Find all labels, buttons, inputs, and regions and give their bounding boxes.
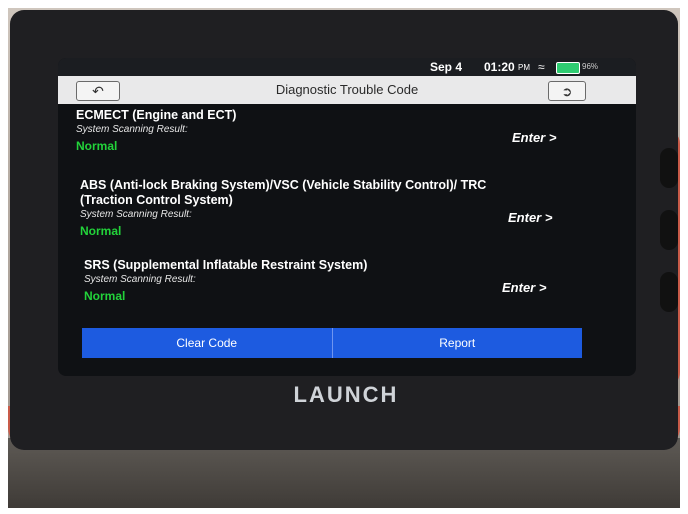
enter-button-ecmect[interactable]: Enter > <box>512 130 556 145</box>
battery-icon <box>556 62 580 74</box>
scan-result-value: Normal <box>80 224 122 238</box>
device-screen: Sep 4 01:20 PM ≈ 96% ↶ Diagnostic Troubl… <box>58 58 636 376</box>
system-name: SRS (Supplemental Inflatable Restraint S… <box>84 258 368 272</box>
scan-result-label: System Scanning Result: <box>76 124 188 135</box>
system-list: ECMECT (Engine and ECT) System Scanning … <box>58 104 636 334</box>
side-button-bottom[interactable] <box>660 272 678 312</box>
battery-percent: 96% <box>582 62 599 71</box>
title-bar: ↶ Diagnostic Trouble Code ➲ <box>58 76 636 105</box>
scan-result-label: System Scanning Result: <box>84 274 196 285</box>
photo-background: Sep 4 01:20 PM ≈ 96% ↶ Diagnostic Troubl… <box>8 8 680 508</box>
system-name: ECMECT (Engine and ECT) <box>76 108 237 122</box>
status-date: Sep 4 <box>430 60 463 74</box>
action-bar: Clear Code Report <box>82 328 582 358</box>
exit-button[interactable]: ➲ <box>548 81 586 101</box>
system-item-ecmect: ECMECT (Engine and ECT) System Scanning … <box>76 108 526 153</box>
enter-button-abs[interactable]: Enter > <box>508 210 552 225</box>
side-button-middle[interactable] <box>660 210 678 250</box>
exit-icon: ➲ <box>561 83 573 99</box>
clear-code-button[interactable]: Clear Code <box>82 328 332 358</box>
status-time: 01:20 <box>484 60 515 74</box>
system-item-srs: SRS (Supplemental Inflatable Restraint S… <box>84 258 534 303</box>
scan-result-value: Normal <box>84 289 126 303</box>
brand-logo: LAUNCH <box>293 382 399 407</box>
scan-result-label: System Scanning Result: <box>80 209 192 220</box>
scan-tool-device: Sep 4 01:20 PM ≈ 96% ↶ Diagnostic Troubl… <box>10 10 678 450</box>
status-ampm: PM <box>518 63 530 72</box>
scan-result-value: Normal <box>76 139 118 153</box>
side-button-top[interactable] <box>660 148 678 188</box>
status-bar: Sep 4 01:20 PM ≈ 96% <box>58 58 636 76</box>
enter-button-srs[interactable]: Enter > <box>502 280 546 295</box>
system-name: ABS (Anti-lock Braking System)/VSC (Vehi… <box>80 178 487 207</box>
system-item-abs: ABS (Anti-lock Braking System)/VSC (Vehi… <box>80 178 530 238</box>
wifi-icon: ≈ <box>538 60 545 74</box>
report-button[interactable]: Report <box>331 328 582 358</box>
